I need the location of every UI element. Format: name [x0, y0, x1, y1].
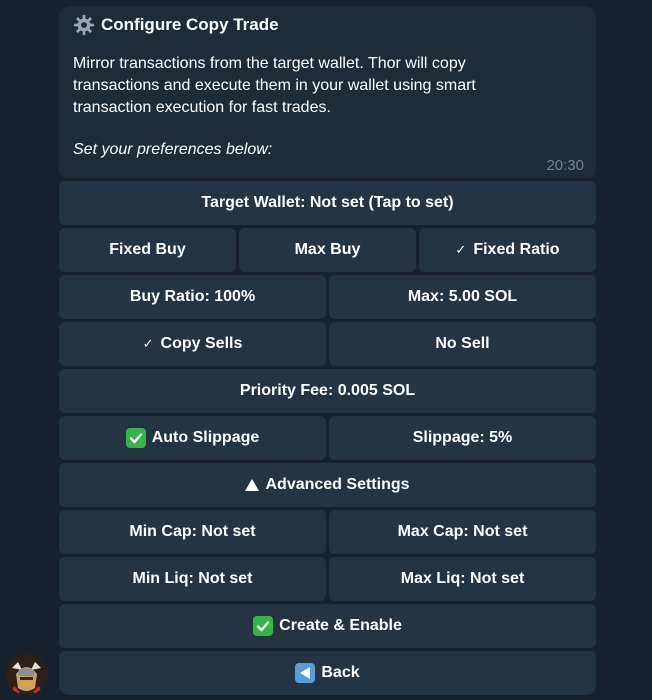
no-sell-button[interactable]: No Sell [329, 322, 596, 366]
no-sell-label: No Sell [435, 335, 490, 352]
keyboard-row: Back [59, 651, 596, 695]
keyboard-row: Fixed Buy Max Buy ✓ Fixed Ratio [59, 228, 596, 272]
triangle-up-icon [245, 479, 260, 491]
message-description: Mirror transactions from the target wall… [73, 55, 476, 116]
fixed-buy-label: Fixed Buy [109, 241, 186, 258]
copy-sells-button[interactable]: ✓ Copy Sells [59, 322, 326, 366]
create-enable-label: Create & Enable [279, 617, 402, 634]
keyboard-row: Buy Ratio: 100% Max: 5.00 SOL [59, 275, 596, 319]
max-buy-button[interactable]: Max Buy [239, 228, 416, 272]
message-title-row: Configure Copy Trade [73, 14, 582, 36]
fixed-buy-button[interactable]: Fixed Buy [59, 228, 236, 272]
priority-fee-label: Priority Fee: 0.005 SOL [239, 382, 416, 399]
message-title: Configure Copy Trade [101, 15, 279, 34]
gear-icon [73, 14, 95, 36]
inline-keyboard: Target Wallet: Not set (Tap to set) Fixe… [59, 181, 596, 698]
keyboard-row: Target Wallet: Not set (Tap to set) [59, 181, 596, 225]
check-box-icon [253, 616, 274, 636]
checkmark-icon: ✓ [455, 242, 467, 257]
min-cap-label: Min Cap: Not set [129, 523, 256, 540]
slippage-button[interactable]: Slippage: 5% [329, 416, 596, 460]
check-box-icon [125, 428, 146, 448]
min-cap-button[interactable]: Min Cap: Not set [59, 510, 326, 554]
min-liq-label: Min Liq: Not set [132, 570, 253, 587]
bot-avatar[interactable] [6, 654, 47, 695]
max-liq-button[interactable]: Max Liq: Not set [329, 557, 596, 601]
keyboard-row: Advanced Settings [59, 463, 596, 507]
buy-ratio-button[interactable]: Buy Ratio: 100% [59, 275, 326, 319]
max-buy-label: Max Buy [294, 241, 361, 258]
max-cap-label: Max Cap: Not set [397, 523, 528, 540]
copy-sells-label: Copy Sells [160, 335, 243, 352]
max-cap-button[interactable]: Max Cap: Not set [329, 510, 596, 554]
keyboard-row: Create & Enable [59, 604, 596, 648]
back-label: Back [321, 664, 360, 681]
keyboard-row: Min Cap: Not set Max Cap: Not set [59, 510, 596, 554]
priority-fee-button[interactable]: Priority Fee: 0.005 SOL [59, 369, 596, 413]
max-sol-button[interactable]: Max: 5.00 SOL [329, 275, 596, 319]
keyboard-row: Min Liq: Not set Max Liq: Not set [59, 557, 596, 601]
fixed-ratio-label: Fixed Ratio [473, 241, 560, 258]
bot-message: Configure Copy Trade Mirror transactions… [59, 6, 596, 178]
advanced-settings-label: Advanced Settings [265, 476, 410, 493]
fixed-ratio-button[interactable]: ✓ Fixed Ratio [419, 228, 596, 272]
checkmark-icon: ✓ [142, 336, 154, 351]
create-enable-button[interactable]: Create & Enable [59, 604, 596, 648]
slippage-label: Slippage: 5% [412, 429, 513, 446]
keyboard-row: Auto Slippage Slippage: 5% [59, 416, 596, 460]
keyboard-row: Priority Fee: 0.005 SOL [59, 369, 596, 413]
target-wallet-button[interactable]: Target Wallet: Not set (Tap to set) [59, 181, 596, 225]
keyboard-row: ✓ Copy Sells No Sell [59, 322, 596, 366]
max-liq-label: Max Liq: Not set [400, 570, 525, 587]
chat-view: Configure Copy Trade Mirror transactions… [0, 0, 652, 700]
back-arrow-icon [295, 663, 316, 683]
message-time: 20:30 [546, 157, 584, 174]
advanced-settings-button[interactable]: Advanced Settings [59, 463, 596, 507]
buy-ratio-label: Buy Ratio: 100% [129, 288, 256, 305]
max-sol-label: Max: 5.00 SOL [407, 288, 518, 305]
message-prompt: Set your preferences below: [73, 141, 273, 158]
target-wallet-label: Target Wallet: Not set (Tap to set) [201, 194, 454, 211]
auto-slippage-label: Auto Slippage [151, 429, 260, 446]
back-button[interactable]: Back [59, 651, 596, 695]
min-liq-button[interactable]: Min Liq: Not set [59, 557, 326, 601]
auto-slippage-button[interactable]: Auto Slippage [59, 416, 326, 460]
